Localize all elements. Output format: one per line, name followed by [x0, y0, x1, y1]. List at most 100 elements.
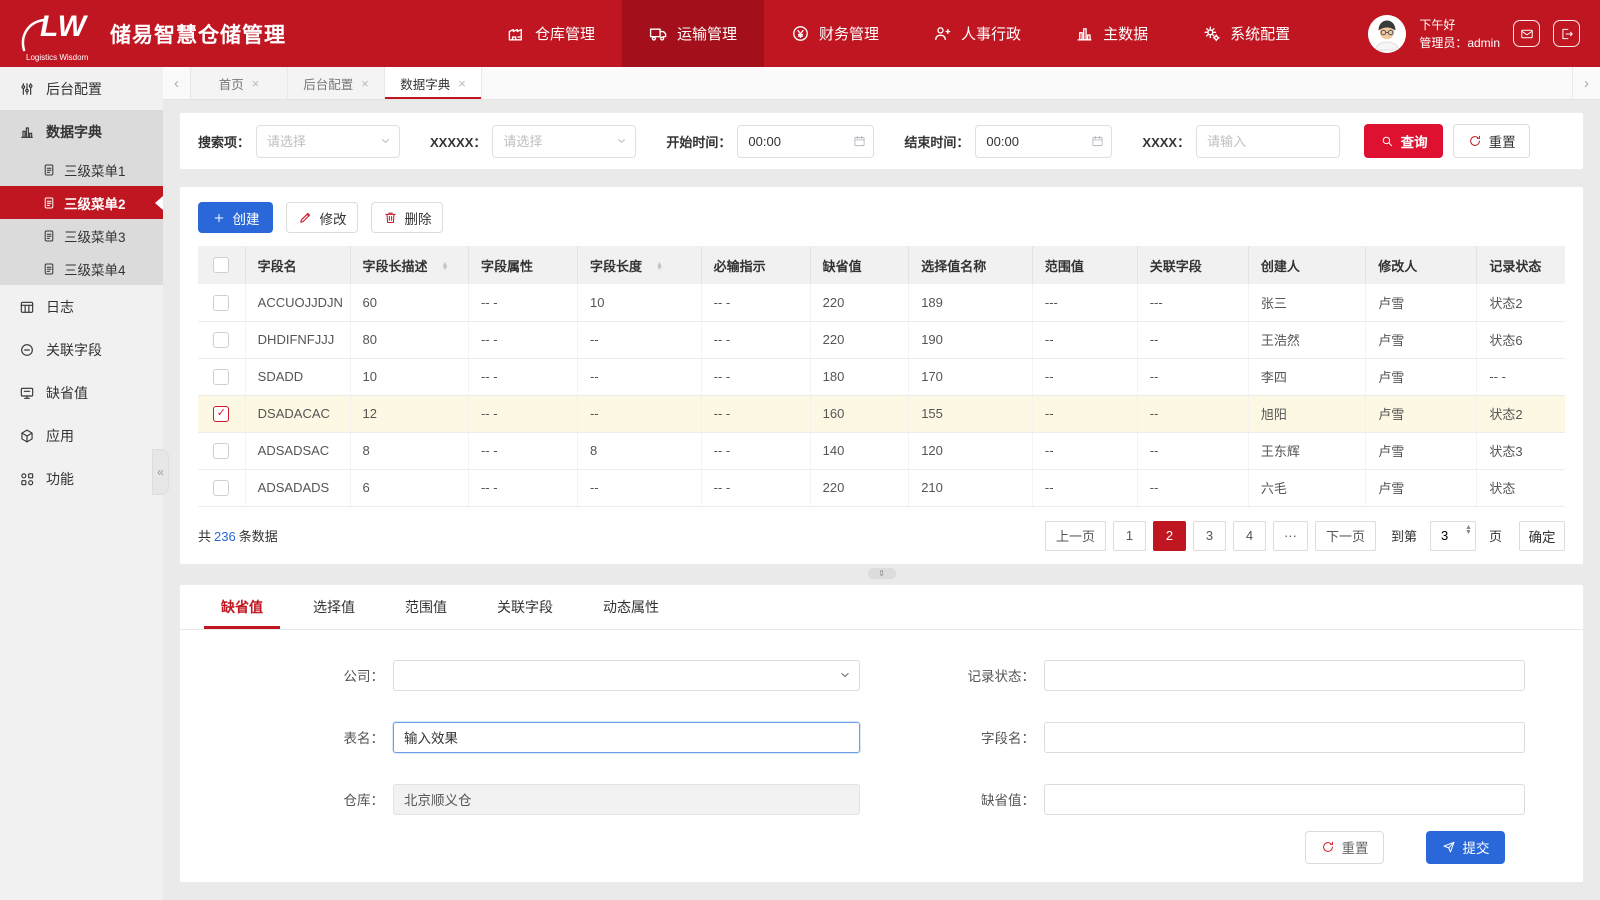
search-text-input[interactable] [1196, 125, 1340, 158]
chevron-right-icon: › [1584, 75, 1589, 92]
page-button[interactable]: 4 [1233, 521, 1266, 551]
cell-relation: -- [1137, 395, 1248, 432]
sort-icon[interactable]: ▲▼ [656, 263, 663, 271]
page-button[interactable]: 1 [1113, 521, 1146, 551]
record-status-input[interactable] [1044, 660, 1525, 691]
detail-tab[interactable]: 关联字段 [472, 585, 578, 629]
cell-field-attr: -- - [468, 321, 577, 358]
cell-default: 180 [810, 358, 909, 395]
nav-item-warehouse[interactable]: 仓库管理 [480, 0, 622, 67]
nav-item-finance[interactable]: 财务管理 [764, 0, 906, 67]
table-row[interactable]: ✓ ACCUOJJDJN 60 -- - 10 -- - 220 189 ---… [198, 284, 1565, 321]
sidebar-item-application[interactable]: 应用 [0, 414, 163, 457]
row-checkbox[interactable]: ✓ [213, 369, 229, 385]
query-button-label: 查询 [1401, 131, 1428, 151]
delete-button[interactable]: 删除 [371, 202, 443, 233]
sort-icon[interactable]: ▲▼ [442, 263, 449, 271]
mail-button[interactable] [1513, 20, 1540, 47]
table-name-input[interactable] [393, 722, 860, 753]
close-icon[interactable]: × [458, 76, 466, 91]
table-row[interactable]: ✓ DSADACAC 12 -- - -- -- - 160 155 -- -- [198, 395, 1565, 432]
cell-status: 状态3 [1477, 432, 1565, 469]
detail-tab[interactable]: 范围值 [380, 585, 472, 629]
sidebar-subitem[interactable]: 三级菜单4 [0, 252, 163, 285]
cell-relation: -- [1137, 358, 1248, 395]
cell-field-name: SDADD [245, 358, 350, 395]
page-tab[interactable]: 数据字典 × [385, 67, 482, 99]
coin-icon [791, 24, 810, 43]
calendar-icon[interactable] [1091, 135, 1104, 148]
cell-field-desc: 6 [350, 469, 468, 506]
table-row[interactable]: ✓ SDADD 10 -- - -- -- - 180 170 -- -- 李四 [198, 358, 1565, 395]
user-role-text: 管理员：admin [1419, 34, 1500, 52]
column-header-field-desc[interactable]: 字段长描述▲▼ [350, 246, 468, 284]
panel-resize-handle[interactable]: ⇕ [868, 568, 896, 579]
warehouse-input[interactable] [393, 784, 860, 815]
company-select-input[interactable] [393, 660, 860, 691]
nav-label: 财务管理 [819, 23, 879, 44]
page-button[interactable]: ··· [1273, 521, 1308, 551]
sidebar-subitem[interactable]: 三级菜单3 [0, 219, 163, 252]
table-row[interactable]: ✓ ADSADADS 6 -- - -- -- - 220 210 -- -- [198, 469, 1565, 506]
sidebar-collapse-button[interactable]: « [152, 449, 169, 495]
row-checkbox[interactable]: ✓ [213, 295, 229, 311]
cell-choice-name: 210 [909, 469, 1033, 506]
sidebar-item-log[interactable]: 日志 [0, 285, 163, 328]
create-button[interactable]: 创建 [198, 202, 273, 233]
cell-field-name: DHDIFNFJJJ [245, 321, 350, 358]
detail-tab[interactable]: 选择值 [288, 585, 380, 629]
sidebar-subitem-label: 三级菜单1 [64, 160, 126, 180]
field-name-input[interactable] [1044, 722, 1525, 753]
nav-item-masterdata[interactable]: 主数据 [1048, 0, 1175, 67]
row-checkbox[interactable]: ✓ [213, 480, 229, 496]
sidebar-item-backend-config[interactable]: 后台配置 [0, 67, 163, 110]
table-row[interactable]: ✓ DHDIFNFJJJ 80 -- - -- -- - 220 190 -- … [198, 321, 1565, 358]
row-checkbox[interactable]: ✓ [213, 443, 229, 459]
select-all-checkbox[interactable] [213, 257, 229, 273]
table-row[interactable]: ✓ ADSADSAC 8 -- - 8 -- - 140 120 -- -- 王 [198, 432, 1565, 469]
column-header-field-length[interactable]: 字段长度▲▼ [577, 246, 701, 284]
nav-item-sysconfig[interactable]: 系统配置 [1175, 0, 1317, 67]
edit-button[interactable]: 修改 [286, 202, 358, 233]
row-checkbox[interactable]: ✓ [213, 406, 229, 422]
app-header: LW Logistics Wisdom 储易智慧仓储管理 仓库管理 运输管理 财… [0, 0, 1600, 67]
detail-tab[interactable]: 动态属性 [578, 585, 684, 629]
cell-choice-name: 190 [909, 321, 1033, 358]
form-submit-button[interactable]: 提交 [1426, 831, 1505, 864]
close-icon[interactable]: × [252, 76, 260, 91]
tabs-scroll-right-button[interactable]: › [1572, 67, 1600, 99]
search-reset-button[interactable]: 重置 [1453, 124, 1530, 158]
page-button[interactable]: 3 [1193, 521, 1226, 551]
cell-creator: 张三 [1248, 284, 1365, 321]
nav-item-transport[interactable]: 运输管理 [622, 0, 764, 67]
sidebar-item-default-value[interactable]: 缺省值 [0, 371, 163, 414]
tabs-scroll-left-button[interactable]: ‹ [163, 67, 191, 99]
query-button[interactable]: 查询 [1364, 124, 1443, 158]
stepper-icon[interactable]: ▲▼ [1465, 525, 1472, 536]
sidebar-item-relation-field[interactable]: 关联字段 [0, 328, 163, 371]
nav-item-hr[interactable]: 人事行政 [906, 0, 1048, 67]
page-button[interactable]: 2 [1153, 521, 1186, 551]
cell-relation: -- [1137, 469, 1248, 506]
sidebar-subitem-label: 三级菜单4 [64, 259, 126, 279]
monitor-icon [19, 385, 35, 401]
logout-button[interactable] [1553, 20, 1580, 47]
calendar-icon[interactable] [853, 135, 866, 148]
page-tab[interactable]: 后台配置 × [288, 67, 385, 99]
cell-relation: --- [1137, 284, 1248, 321]
avatar[interactable] [1368, 15, 1406, 53]
page-tab[interactable]: 首页 × [191, 67, 288, 99]
page-button[interactable]: 下一页 [1315, 521, 1376, 551]
goto-confirm-button[interactable]: 确定 [1519, 521, 1565, 551]
detail-tab[interactable]: 缺省值 [196, 585, 288, 629]
sidebar-item-function[interactable]: 功能 [0, 457, 163, 500]
close-icon[interactable]: × [361, 76, 369, 91]
sidebar-item-data-dict[interactable]: 数据字典 [0, 110, 163, 153]
sidebar-subitem[interactable]: 三级菜单1 [0, 153, 163, 186]
default-value-input[interactable] [1044, 784, 1525, 815]
form-reset-button[interactable]: 重置 [1305, 831, 1384, 864]
sidebar-subitem[interactable]: 三级菜单2 [0, 186, 163, 219]
table-name-label: 表名： [275, 727, 393, 747]
page-button[interactable]: 上一页 [1045, 521, 1106, 551]
row-checkbox[interactable]: ✓ [213, 332, 229, 348]
